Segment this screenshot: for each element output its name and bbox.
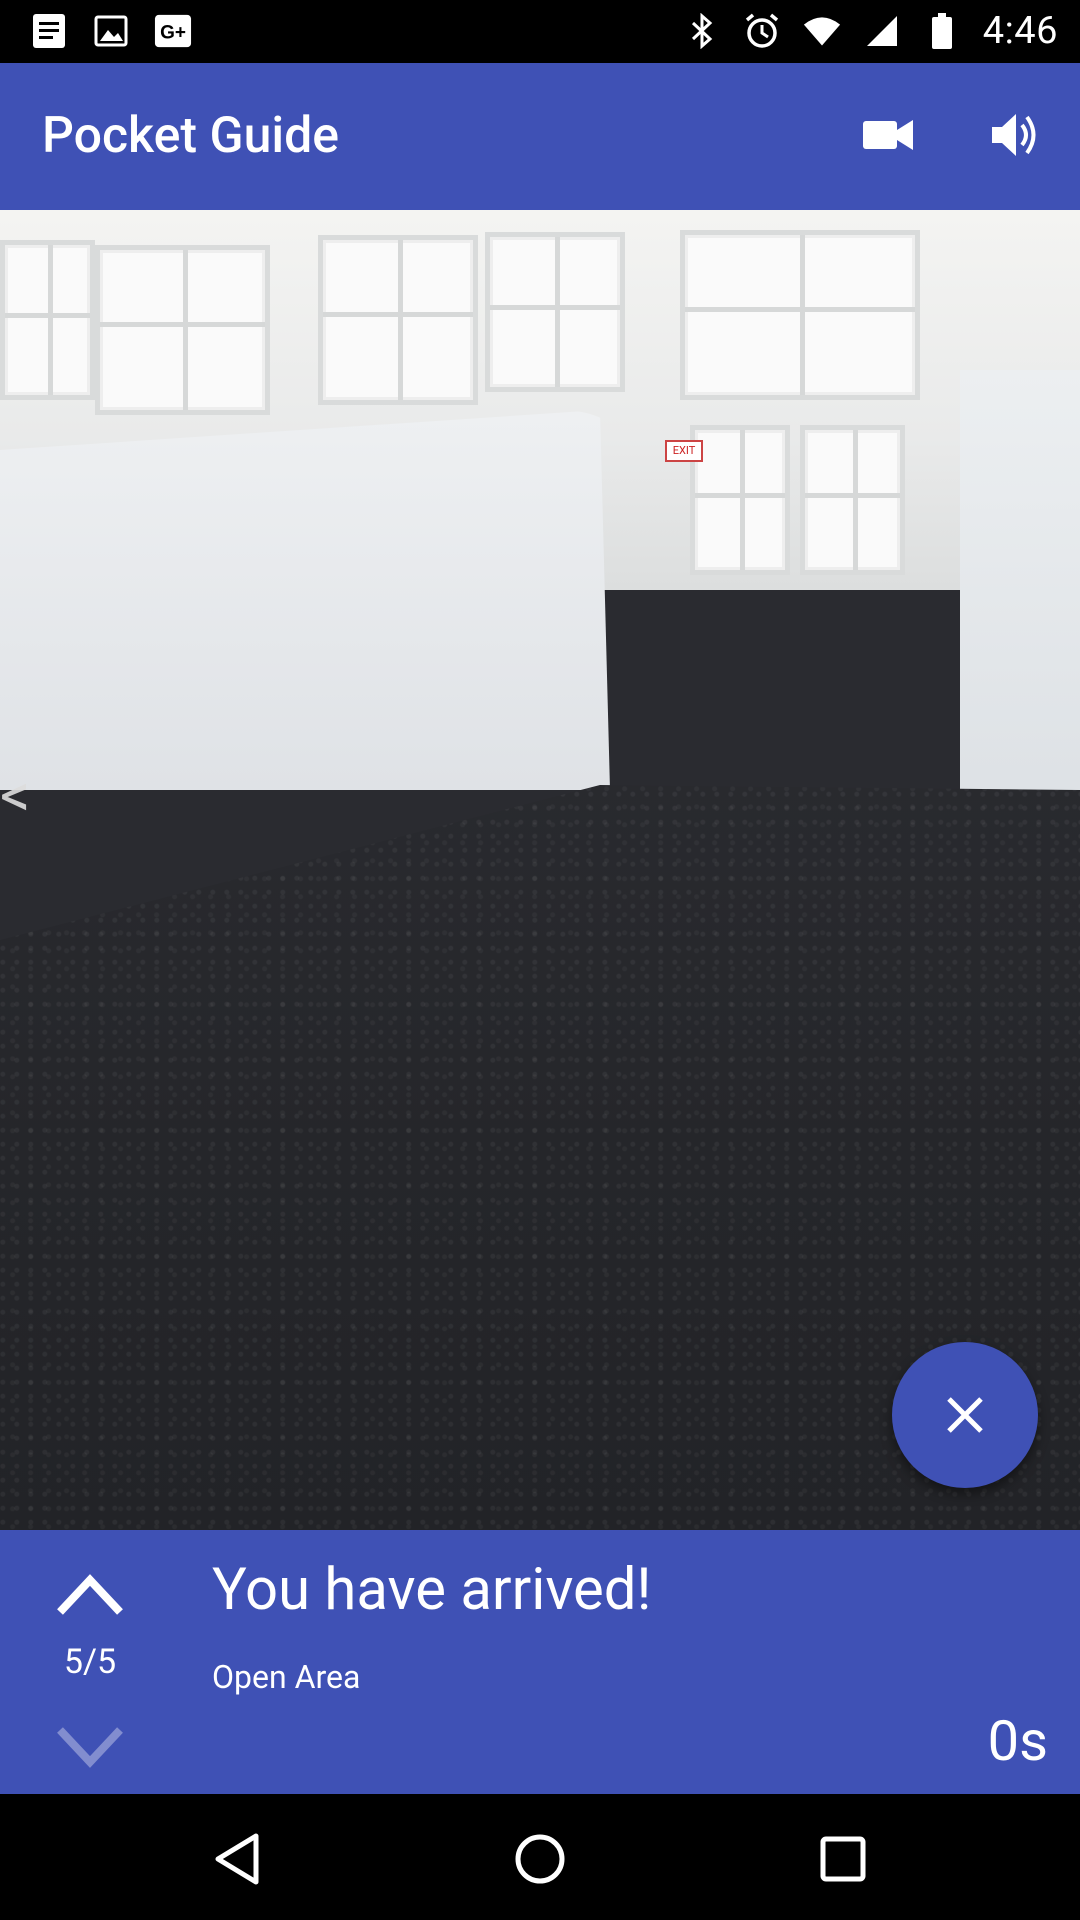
camera-window (318, 235, 478, 405)
svg-text:G+: G+ (160, 23, 186, 44)
location-name: Open Area (212, 1658, 361, 1696)
videocam-button[interactable] (856, 103, 920, 167)
step-down-button[interactable] (54, 1720, 126, 1772)
elapsed-time: 0s (987, 1708, 1048, 1774)
recents-button[interactable] (808, 1824, 878, 1894)
signal-icon (863, 12, 901, 50)
back-icon (215, 1833, 259, 1885)
camera-window (95, 245, 270, 415)
chevron-up-icon (57, 1574, 123, 1615)
home-icon (515, 1834, 565, 1884)
image-icon (92, 12, 130, 50)
left-chevron-icon: < (0, 760, 31, 831)
app-title: Pocket Guide (42, 107, 340, 165)
camera-window (800, 425, 905, 575)
volume-button[interactable] (984, 103, 1048, 167)
status-bar: G+ 4:46 (0, 0, 1080, 63)
arrival-title: You have arrived! (212, 1556, 652, 1624)
exit-sign: EXIT (665, 440, 703, 462)
close-fab-button[interactable] (892, 1342, 1038, 1488)
status-left-icons: G+ (30, 12, 192, 50)
camera-railing (0, 410, 610, 790)
step-counter: 5/5 (63, 1642, 117, 1682)
google-plus-icon: G+ (154, 12, 192, 50)
home-button[interactable] (505, 1824, 575, 1894)
chevron-down-icon (57, 1727, 123, 1768)
camera-railing-right (960, 370, 1080, 810)
bluetooth-icon (683, 12, 721, 50)
battery-icon (923, 12, 961, 50)
camera-window (0, 240, 95, 400)
camera-view: EXIT < (0, 210, 1080, 1530)
wifi-icon (803, 12, 841, 50)
navigation-bar (0, 1794, 1080, 1920)
status-time: 4:46 (982, 9, 1058, 53)
alarm-icon (743, 12, 781, 50)
close-icon (947, 1397, 983, 1433)
videocam-icon (863, 120, 913, 150)
notes-icon (30, 12, 68, 50)
back-button[interactable] (202, 1824, 272, 1894)
recents-icon (820, 1836, 866, 1882)
camera-window (680, 230, 920, 400)
app-bar: Pocket Guide (0, 63, 1080, 210)
camera-window (690, 425, 790, 575)
camera-window (485, 232, 625, 392)
step-up-button[interactable] (54, 1568, 126, 1620)
status-right-icons: 4:46 (683, 6, 1058, 56)
volume-up-icon (992, 114, 1036, 156)
arrival-panel: 5/5 You have arrived! Open Area 0s (0, 1530, 1080, 1794)
